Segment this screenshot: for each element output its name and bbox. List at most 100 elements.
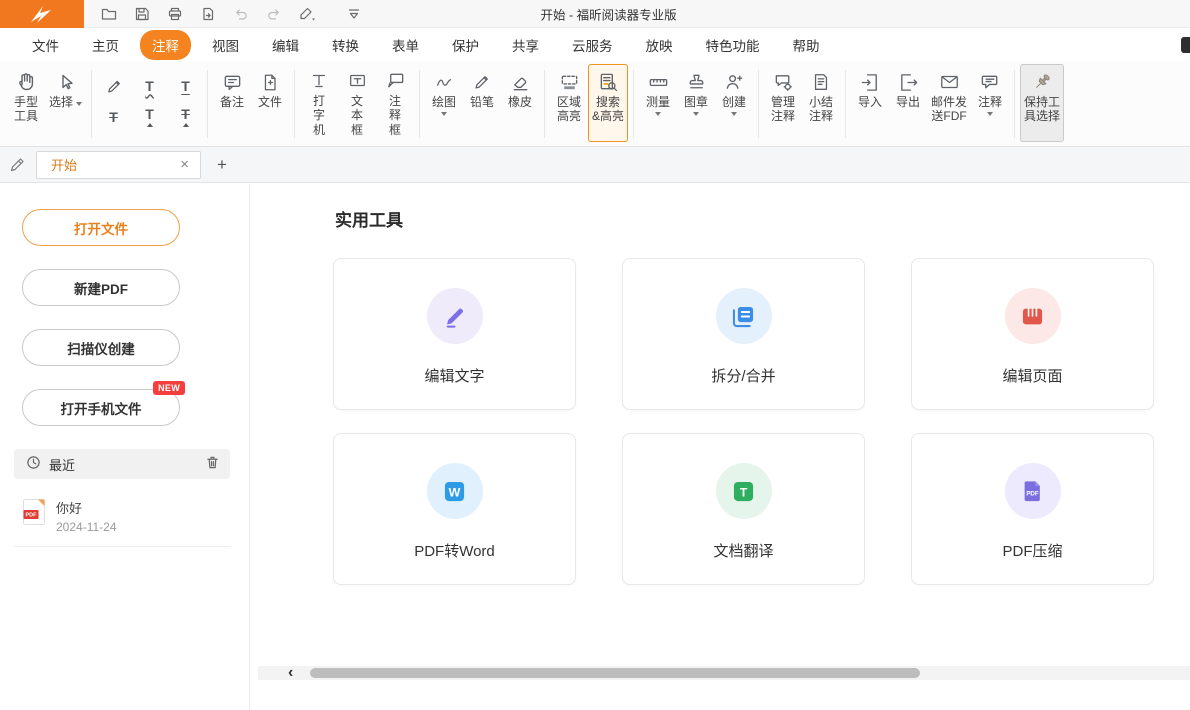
undo-icon[interactable] [232, 5, 250, 23]
ribbon-separator [419, 70, 420, 138]
tool-area-highlight-label: 区域 高亮 [557, 95, 581, 124]
menu-home[interactable]: 主页 [80, 30, 131, 60]
horizontal-scrollbar[interactable]: ‹ [258, 666, 1190, 680]
dropdown-caret-icon[interactable] [987, 112, 993, 116]
tool-summarize-comments[interactable]: 小结 注释 [802, 64, 840, 142]
tool-note[interactable]: 备注 [213, 64, 251, 142]
scrollbar-thumb[interactable] [310, 668, 920, 678]
tab-close-icon[interactable]: × [177, 156, 192, 173]
panel-toggle-icon[interactable] [1181, 37, 1190, 53]
menu-view[interactable]: 视图 [200, 30, 251, 60]
card-pdf-to-word[interactable]: W PDF转Word [333, 433, 576, 585]
ribbon-separator [758, 70, 759, 138]
card-edit-pages[interactable]: 编辑页面 [911, 258, 1154, 410]
underline-tool[interactable]: T [169, 72, 202, 99]
dropdown-caret-icon[interactable] [655, 112, 661, 116]
open-file-button-label: 打开文件 [74, 218, 128, 238]
tool-textbox[interactable]: 文 本 框 [338, 64, 376, 142]
tool-eraser[interactable]: 橡皮 [501, 64, 539, 142]
tool-export[interactable]: 导出 [889, 64, 927, 142]
menu-present[interactable]: 放映 [634, 30, 685, 60]
dropdown-caret-icon[interactable] [76, 102, 82, 106]
card-doc-translate[interactable]: T 文档翻译 [622, 433, 865, 585]
scroll-left-arrow-icon[interactable]: ‹ [258, 665, 293, 681]
tool-pencil[interactable]: 铅笔 [463, 64, 501, 142]
open-file-icon[interactable] [100, 5, 118, 23]
tool-measure-label: 测量 [646, 95, 670, 109]
tool-import-label: 导入 [858, 95, 882, 109]
squiggly-underline-tool[interactable]: T [133, 72, 166, 99]
pdf-compress-icon: PDF [1005, 463, 1061, 519]
print-icon[interactable] [166, 5, 184, 23]
ribbon-group-highlight: 区域 高亮 搜索 &高亮 [547, 64, 631, 142]
recent-section-header[interactable]: 最近 [14, 449, 230, 479]
document-tabbar: 开始 × + [0, 147, 1190, 183]
menu-features[interactable]: 特色功能 [694, 30, 772, 60]
ribbon-group-manage: 管理 注释 小结 注释 [761, 64, 843, 142]
tool-select[interactable]: 选择 [45, 64, 86, 142]
card-edit-text-label: 编辑文字 [424, 365, 484, 386]
tool-keep-tool-selected[interactable]: 保持工 具选择 [1020, 64, 1064, 142]
strikeout-tool[interactable]: T [97, 103, 130, 130]
section-title: 实用工具 [335, 206, 403, 231]
tool-manage-comments[interactable]: 管理 注释 [764, 64, 802, 142]
pencil-icon [472, 69, 492, 95]
tool-attach-file[interactable]: 文件 [251, 64, 289, 142]
card-doc-translate-label: 文档翻译 [713, 540, 773, 561]
open-mobile-file-button[interactable]: 打开手机文件 NEW [22, 389, 180, 426]
word-letter: W [449, 485, 461, 499]
menu-share[interactable]: 共享 [500, 30, 551, 60]
foxit-logo[interactable] [0, 0, 84, 28]
tool-email-fdf[interactable]: 邮件发 送FDF [927, 64, 971, 142]
menu-cloud[interactable]: 云服务 [560, 30, 625, 60]
tool-comments-settings[interactable]: 注释 [971, 64, 1009, 142]
tool-measure[interactable]: 测量 [639, 64, 677, 142]
menu-protect[interactable]: 保护 [440, 30, 491, 60]
tab-start[interactable]: 开始 × [36, 151, 201, 179]
redo-icon[interactable] [265, 5, 283, 23]
open-file-button[interactable]: 打开文件 [22, 209, 180, 246]
card-pdf-compress[interactable]: PDF PDF压缩 [911, 433, 1154, 585]
new-tab-button[interactable]: + [211, 155, 233, 175]
dropdown-caret-icon[interactable] [731, 112, 737, 116]
insert-text-tool[interactable]: T [133, 103, 166, 130]
tool-typewriter[interactable]: 打 字 机 [300, 64, 338, 142]
tool-select-label: 选择 [49, 95, 73, 109]
save-icon[interactable] [133, 5, 151, 23]
sign-pen-icon[interactable] [298, 5, 316, 23]
menu-file[interactable]: 文件 [20, 30, 71, 60]
tool-stamp[interactable]: 图章 [677, 64, 715, 142]
search-highlight-icon [598, 69, 619, 95]
ribbon-group-io: 导入 导出 邮件发 送FDF 注释 [848, 64, 1012, 142]
menu-form[interactable]: 表单 [380, 30, 431, 60]
menu-comment[interactable]: 注释 [140, 30, 191, 60]
tool-search-highlight[interactable]: 搜索 &高亮 [588, 64, 628, 142]
menu-convert[interactable]: 转换 [320, 30, 371, 60]
menu-edit[interactable]: 编辑 [260, 30, 311, 60]
replace-text-tool[interactable]: T [169, 103, 202, 130]
menu-help[interactable]: 帮助 [781, 30, 832, 60]
tool-export-label: 导出 [896, 95, 920, 109]
card-edit-text[interactable]: 编辑文字 [333, 258, 576, 410]
new-pdf-button[interactable]: 新建PDF [22, 269, 180, 306]
dropdown-caret-icon[interactable] [441, 112, 447, 116]
tool-draw[interactable]: 绘图 [425, 64, 463, 142]
card-split-merge[interactable]: 拆分/合并 [622, 258, 865, 410]
trash-icon[interactable] [205, 455, 220, 473]
tool-area-highlight[interactable]: 区域 高亮 [550, 64, 588, 142]
dropdown-caret-icon[interactable] [693, 112, 699, 116]
tool-import[interactable]: 导入 [851, 64, 889, 142]
typewriter-icon [309, 69, 329, 94]
tool-hand[interactable]: 手型 工具 [7, 64, 45, 142]
tool-create[interactable]: 创建 [715, 64, 753, 142]
svg-text:PDF: PDF [26, 513, 38, 519]
scanner-create-button[interactable]: 扫描仪创建 [22, 329, 180, 366]
customize-toolbar-icon[interactable] [345, 5, 363, 23]
highlight-tool-icon[interactable] [97, 72, 130, 99]
recent-file-item[interactable]: PDF 你好 2024-11-24 [14, 492, 230, 547]
tool-callout[interactable]: 注 释 框 [376, 64, 414, 142]
pen-nib-icon[interactable] [8, 156, 26, 174]
content-area: 打开文件 新建PDF 扫描仪创建 打开手机文件 NEW 最近 PDF 你好 20… [0, 184, 1190, 710]
export-page-icon[interactable] [199, 5, 217, 23]
import-icon [860, 69, 881, 95]
